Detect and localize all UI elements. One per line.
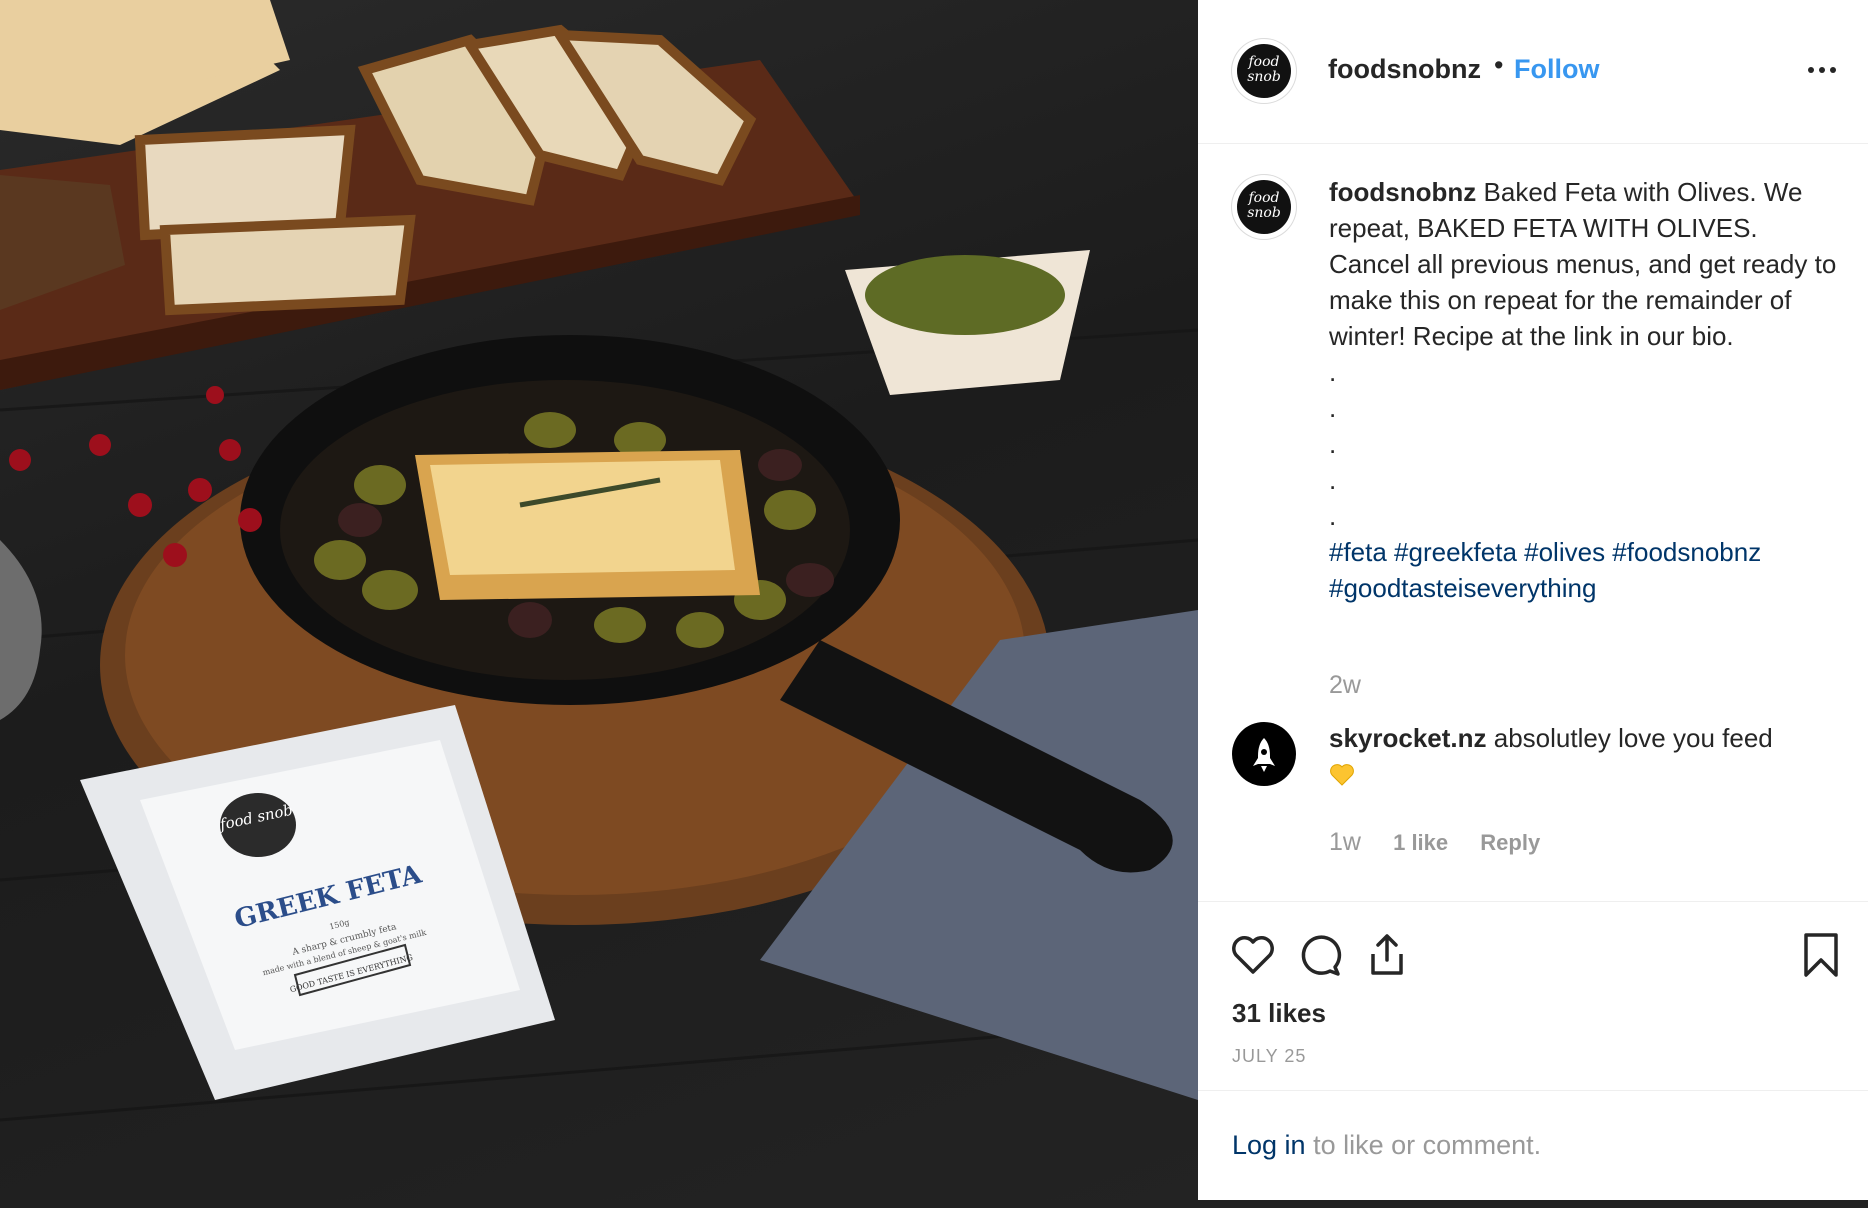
caption-hashtags[interactable]: #feta #greekfeta #olives #foodsnobnz #go…: [1329, 534, 1839, 606]
post-actions: 31 likes JULY 25: [1198, 902, 1868, 1091]
follow-button[interactable]: Follow: [1514, 54, 1599, 85]
post-caption: foodsnobnz Baked Feta with Olives. We re…: [1329, 174, 1839, 606]
caption-dots: . . . . .: [1329, 357, 1337, 531]
login-prompt-text: to like or comment.: [1305, 1130, 1542, 1160]
share-icon[interactable]: [1360, 928, 1414, 982]
caption-timestamp: 2w: [1329, 671, 1361, 699]
avatar-logo-text: food snob: [1247, 54, 1281, 85]
login-link[interactable]: Log in: [1232, 1130, 1306, 1160]
post-header: food snob foodsnobnz • Follow: [1198, 0, 1868, 144]
comment-likes-link[interactable]: 1 like: [1393, 830, 1448, 855]
comment: skyrocket.nz absolutley love you feed: [1329, 720, 1839, 792]
more-options-icon[interactable]: [1802, 54, 1842, 84]
comment-text: absolutley love you feed: [1493, 723, 1773, 753]
baked-feta-image: food snob GREEK FETA 150g A sharp & crum…: [0, 0, 1198, 1122]
post-photo[interactable]: food snob GREEK FETA 150g A sharp & crum…: [0, 0, 1198, 1208]
author-username[interactable]: foodsnobnz: [1328, 54, 1481, 85]
avatar-logo-text: food snob: [1247, 190, 1281, 221]
comment-timestamp: 1w: [1329, 828, 1361, 856]
post-date[interactable]: JULY 25: [1232, 1046, 1306, 1067]
caption-author-avatar[interactable]: food snob: [1232, 175, 1296, 239]
likes-count[interactable]: 31 likes: [1232, 998, 1326, 1029]
heart-icon[interactable]: [1226, 928, 1280, 982]
reply-button[interactable]: Reply: [1480, 830, 1540, 855]
rocket-icon: [1253, 738, 1275, 772]
post-side-panel: food snob foodsnobnz • Follow food snob …: [1198, 0, 1868, 1200]
author-avatar[interactable]: food snob: [1232, 39, 1296, 103]
comments-section: food snob foodsnobnz Baked Feta with Oli…: [1198, 144, 1868, 902]
bookmark-icon[interactable]: [1794, 928, 1848, 982]
caption-username[interactable]: foodsnobnz: [1329, 177, 1476, 207]
comment-username[interactable]: skyrocket.nz: [1329, 723, 1487, 753]
commenter-avatar[interactable]: [1232, 722, 1296, 786]
login-prompt: Log in to like or comment.: [1232, 1130, 1541, 1161]
comment-icon[interactable]: [1294, 928, 1348, 982]
yellow-heart-icon: [1330, 764, 1354, 786]
separator-dot: •: [1494, 50, 1504, 80]
comment-meta: 1w 1 like Reply: [1329, 828, 1566, 857]
page-bottom-strip: [0, 1200, 1868, 1208]
